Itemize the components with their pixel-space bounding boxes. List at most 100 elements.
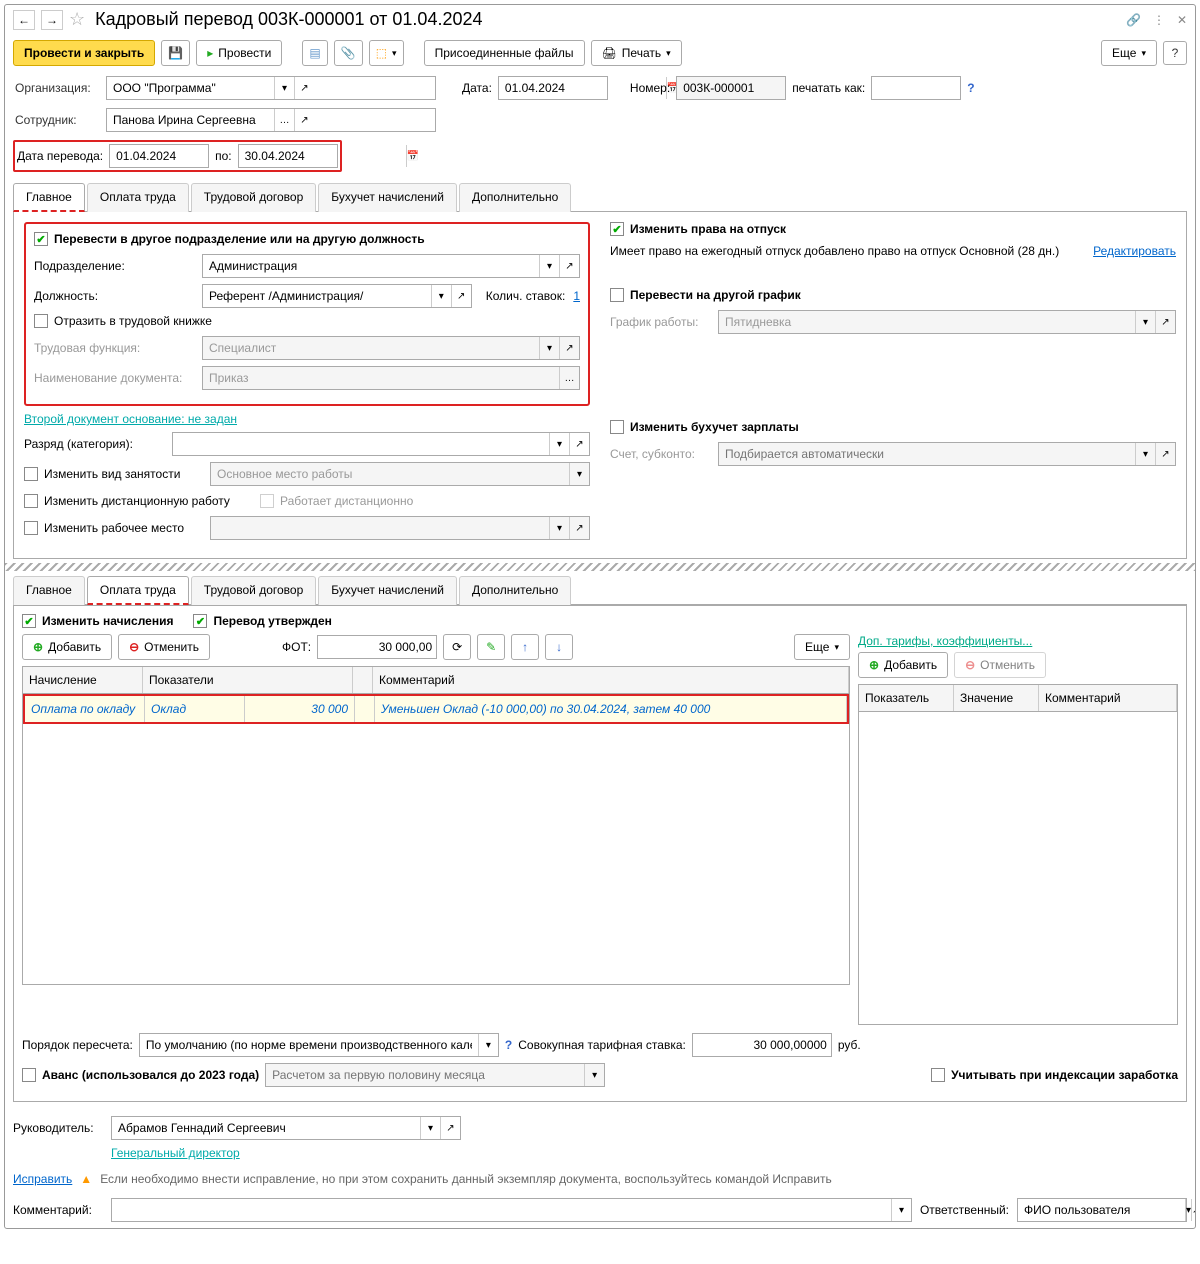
advance-checkbox[interactable] <box>22 1068 36 1082</box>
manager-position-link[interactable]: Генеральный директор <box>111 1146 240 1160</box>
tab2-extra[interactable]: Дополнительно <box>459 576 571 605</box>
subdiv-combo[interactable]: ▾ ↗ <box>202 254 580 278</box>
labor-book-checkbox[interactable] <box>34 314 48 328</box>
date-from-field[interactable]: 📅 <box>109 144 209 168</box>
change-accruals-checkbox[interactable] <box>22 614 36 628</box>
org-input[interactable] <box>107 77 274 99</box>
attached-files-button[interactable]: Присоединенные файлы <box>424 40 585 66</box>
section-divider <box>5 563 1195 571</box>
dropdown-icon[interactable]: ▾ <box>431 285 451 307</box>
vacation-label: Изменить права на отпуск <box>630 222 786 236</box>
total-rate-input[interactable] <box>692 1033 832 1057</box>
change-remote-checkbox[interactable] <box>24 494 38 508</box>
date-label: Дата: <box>462 81 492 95</box>
dropdown-icon[interactable]: ▾ <box>549 433 569 455</box>
tab-contract[interactable]: Трудовой договор <box>191 183 316 212</box>
forward-button[interactable]: → <box>41 10 63 30</box>
tab-extra[interactable]: Дополнительно <box>459 183 571 212</box>
fot-input[interactable] <box>317 635 437 659</box>
open-icon[interactable]: ↗ <box>451 285 471 307</box>
vacation-checkbox[interactable] <box>610 222 624 236</box>
open-icon[interactable]: ↗ <box>294 109 314 131</box>
date-field[interactable]: 📅 <box>498 76 608 100</box>
date-to-field[interactable]: 📅 <box>238 144 338 168</box>
rub-label: руб. <box>838 1038 861 1052</box>
back-button[interactable]: ← <box>13 10 35 30</box>
ellipsis-icon: … <box>559 367 579 389</box>
extra-tariffs-link[interactable]: Доп. тарифы, коэффициенты... <box>858 634 1178 648</box>
help-button[interactable]: ? <box>1163 41 1187 65</box>
post-button[interactable]: ▸Провести <box>196 40 282 66</box>
manager-combo[interactable]: ▾ ↗ <box>111 1116 461 1140</box>
edit-button[interactable]: ✎ <box>477 634 505 660</box>
col-indicators: Показатели <box>143 667 353 693</box>
add-accrual-button[interactable]: ⊕Добавить <box>22 634 112 660</box>
post-and-close-button[interactable]: Провести и закрыть <box>13 40 155 66</box>
open-icon[interactable]: ↗ <box>440 1117 460 1139</box>
open-icon[interactable]: ↗ <box>559 255 579 277</box>
edit-vacation-link[interactable]: Редактировать <box>1093 244 1176 258</box>
print-button[interactable]: 🖨Печать▾ <box>591 40 682 66</box>
tariff-col3: Комментарий <box>1039 685 1177 711</box>
more-button[interactable]: Еще▾ <box>1101 40 1157 66</box>
attach-button[interactable]: 📎 <box>334 40 363 66</box>
ellipsis-icon[interactable]: … <box>274 109 294 131</box>
responsible-combo[interactable]: ▾ ↗ <box>1017 1198 1187 1222</box>
fix-link[interactable]: Исправить <box>13 1172 72 1186</box>
open-icon[interactable]: ↗ <box>294 77 314 99</box>
open-icon[interactable]: ↗ <box>569 433 589 455</box>
employee-combo[interactable]: … ↗ <box>106 108 436 132</box>
cancel-accrual-button[interactable]: ⊖Отменить <box>118 634 210 660</box>
to-label: по: <box>215 149 232 163</box>
table-row[interactable]: Оплата по окладу Оклад 30 000 Уменьшен О… <box>23 694 849 724</box>
close-icon[interactable]: ✕ <box>1177 13 1187 27</box>
add-tariff-button[interactable]: ⊕Добавить <box>858 652 948 678</box>
dropdown-icon[interactable]: ▾ <box>420 1117 440 1139</box>
dropdown-icon: ▾ <box>1135 443 1155 465</box>
calendar-icon[interactable]: 📅 <box>406 145 419 167</box>
comment-field[interactable]: ▾ <box>111 1198 912 1222</box>
print-as-field[interactable] <box>871 76 961 100</box>
more-icon[interactable]: ⋮ <box>1153 13 1165 27</box>
save-button[interactable]: 💾 <box>161 40 190 66</box>
refresh-button[interactable]: ⟳ <box>443 634 471 660</box>
tab-accounting[interactable]: Бухучет начислений <box>318 183 457 212</box>
rates-link[interactable]: 1 <box>573 289 580 303</box>
transfer-checkbox[interactable] <box>34 232 48 246</box>
tab-pay[interactable]: Оплата труда <box>87 183 189 212</box>
accruals-table[interactable]: Начисление Показатели Комментарий Оплата… <box>22 666 850 985</box>
up-button[interactable]: ↑ <box>511 634 539 660</box>
tab2-main[interactable]: Главное <box>13 576 85 605</box>
doc-button[interactable]: ▤ <box>302 40 327 66</box>
index-checkbox[interactable] <box>931 1068 945 1082</box>
down-button[interactable]: ↓ <box>545 634 573 660</box>
help-icon[interactable]: ? <box>505 1038 512 1052</box>
schedule-checkbox[interactable] <box>610 288 624 302</box>
open-icon[interactable]: ↗ <box>1191 1199 1196 1221</box>
tariffs-table[interactable]: Показатель Значение Комментарий <box>858 684 1178 1025</box>
func-label: Трудовая функция: <box>34 341 194 355</box>
tab2-pay[interactable]: Оплата труда <box>87 576 189 605</box>
org-combo[interactable]: ▾ ↗ <box>106 76 436 100</box>
tab2-accounting[interactable]: Бухучет начислений <box>318 576 457 605</box>
change-emp-checkbox[interactable] <box>24 467 38 481</box>
dropdown-icon[interactable]: ▾ <box>274 77 294 99</box>
dropdown-icon[interactable]: ▾ <box>539 255 559 277</box>
tab-main[interactable]: Главное <box>13 183 85 212</box>
position-combo[interactable]: ▾ ↗ <box>202 284 472 308</box>
second-doc-link[interactable]: Второй документ основание: не задан <box>24 412 237 426</box>
recalc-combo[interactable]: ▾ <box>139 1033 499 1057</box>
tab2-contract[interactable]: Трудовой договор <box>191 576 316 605</box>
change-workplace-checkbox[interactable] <box>24 521 38 535</box>
more-accruals-button[interactable]: Еще▾ <box>794 634 850 660</box>
change-acc-checkbox[interactable] <box>610 420 624 434</box>
link-icon[interactable]: 🔗 <box>1126 13 1141 27</box>
dropdown-icon[interactable]: ▾ <box>478 1034 498 1056</box>
help-icon[interactable]: ? <box>967 81 974 95</box>
grade-combo[interactable]: ▾ ↗ <box>172 432 590 456</box>
structure-button[interactable]: ⬚▾ <box>369 40 404 66</box>
dropdown-icon[interactable]: ▾ <box>891 1199 911 1221</box>
cancel-tariff-button[interactable]: ⊖Отменить <box>954 652 1046 678</box>
transfer-approved-checkbox[interactable] <box>193 614 207 628</box>
star-icon[interactable]: ☆ <box>69 9 85 30</box>
